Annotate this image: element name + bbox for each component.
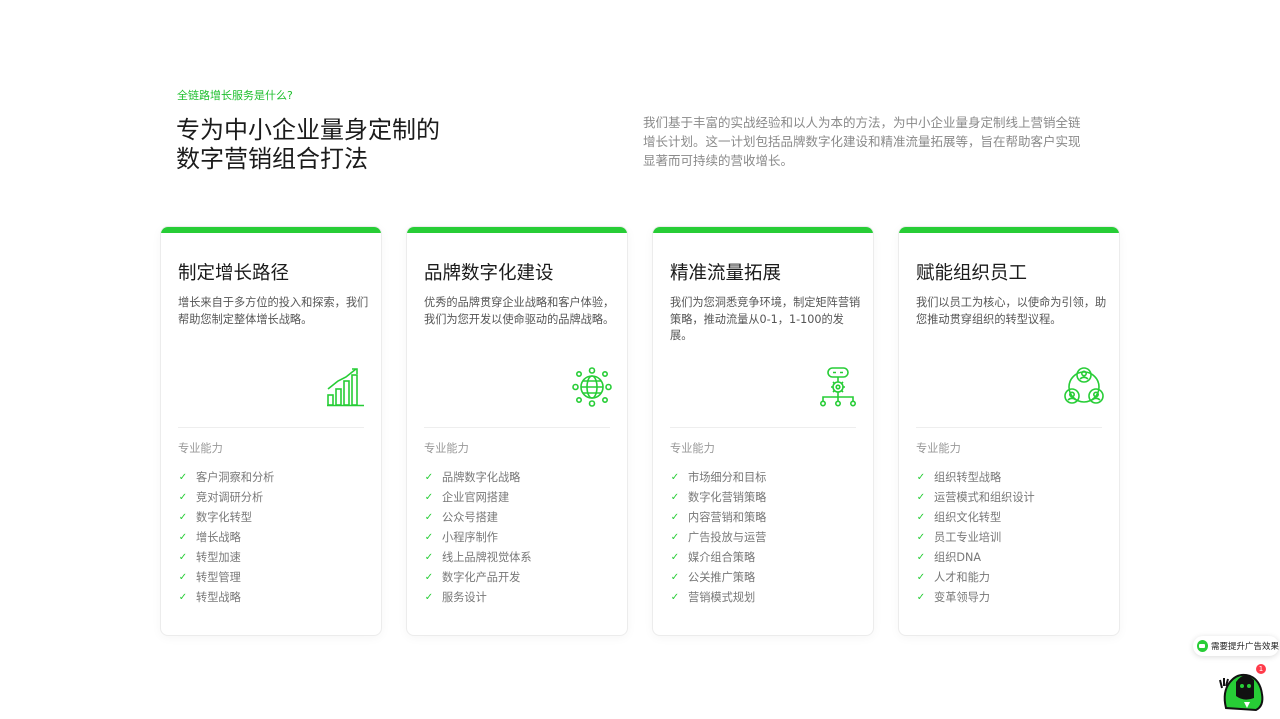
capability-label: 专业能力 xyxy=(916,442,961,455)
list-item: ✓ 小程序制作 xyxy=(424,528,532,548)
check-icon: ✓ xyxy=(670,512,680,523)
gear-network-icon xyxy=(819,367,856,407)
service-cards: 制定增长路径 增长来自于多方位的投入和探索，我们帮助您制定整体增长战略。 专业能… xyxy=(160,226,1120,636)
card-divider xyxy=(916,427,1102,428)
service-card-organization[interactable]: 赋能组织员工 我们以员工为核心，以使命为引领，助您推动贯穿组织的转型议程。 专业… xyxy=(898,226,1120,636)
check-icon: ✓ xyxy=(670,592,680,603)
list-item: ✓ 营销模式规划 xyxy=(670,588,766,608)
check-icon: ✓ xyxy=(916,592,926,603)
list-item: ✓ 数字化转型 xyxy=(178,508,274,528)
card-title: 品牌数字化建设 xyxy=(424,263,554,284)
check-icon: ✓ xyxy=(424,472,434,483)
capability-label: 专业能力 xyxy=(178,442,223,455)
chat-prompt-label: 需要提升广告效果 xyxy=(1210,642,1279,652)
check-icon: ✓ xyxy=(178,512,188,523)
check-icon: ✓ xyxy=(916,492,926,503)
capability-label: 专业能力 xyxy=(424,442,469,455)
list-item: ✓ 增长战略 xyxy=(178,528,274,548)
card-divider xyxy=(670,427,856,428)
check-icon: ✓ xyxy=(178,592,188,603)
list-item: ✓ 公关推广策略 xyxy=(670,568,766,588)
card-description: 增长来自于多方位的投入和探索，我们帮助您制定整体增长战略。 xyxy=(178,296,369,326)
check-icon: ✓ xyxy=(916,572,926,583)
list-item: ✓ 转型加速 xyxy=(178,548,274,568)
chat-bubble-icon xyxy=(1197,640,1208,652)
check-icon: ✓ xyxy=(424,552,434,563)
list-item: ✓ 服务设计 xyxy=(424,588,532,608)
list-item: ✓ 线上品牌视觉体系 xyxy=(424,548,532,568)
check-icon: ✓ xyxy=(424,532,434,543)
check-icon: ✓ xyxy=(178,492,188,503)
globe-network-icon xyxy=(572,367,612,407)
check-icon: ✓ xyxy=(916,512,926,523)
capability-list: ✓ 品牌数字化战略 ✓ 企业官网搭建 ✓ 公众号搭建 ✓ 小程序制作 ✓ 线上品牌视觉体系… xyxy=(424,468,532,608)
list-item: ✓ 企业官网搭建 xyxy=(424,488,532,508)
check-icon: ✓ xyxy=(670,532,680,543)
capability-list: ✓ 市场细分和目标 ✓ 数字化营销策略 ✓ 内容营销和策略 ✓ 广告投放与运营 ✓ 媒介组… xyxy=(670,468,767,608)
page-title-line-2: 数字营销组合打法 xyxy=(176,145,368,173)
check-icon: ✓ xyxy=(916,532,926,543)
card-title: 精准流量拓展 xyxy=(670,263,782,284)
card-divider xyxy=(178,427,364,428)
check-icon: ✓ xyxy=(178,552,188,563)
card-title: 制定增长路径 xyxy=(178,263,290,284)
card-description: 我们以员工为核心，以使命为引领，助您推动贯穿组织的转型议程。 xyxy=(916,296,1107,326)
service-card-brand-digital[interactable]: 品牌数字化建设 优秀的品牌贯穿企业战略和客户体验，我们为您开发以使命驱动的品牌战… xyxy=(406,226,628,636)
list-item: ✓ 数字化产品开发 xyxy=(424,568,532,588)
list-item: ✓ 转型管理 xyxy=(178,568,274,588)
check-icon: ✓ xyxy=(670,552,680,563)
capability-label: 专业能力 xyxy=(670,442,715,455)
list-item: ✓ 内容营销和策略 xyxy=(670,508,767,528)
hero-section: 全链路增长服务是什么? 专为中小企业量身定制的 数字营销组合打法 我们基于丰富的… xyxy=(0,0,1280,220)
check-icon: ✓ xyxy=(670,492,680,503)
list-item: ✓ 媒介组合策略 xyxy=(670,548,766,568)
check-icon: ✓ xyxy=(424,492,434,503)
list-item: ✓ 组织文化转型 xyxy=(916,508,1035,528)
check-icon: ✓ xyxy=(424,572,434,583)
hero-description: 我们基于丰富的实战经验和以人为本的方法，为中小企业量身定制线上营销全链增长计划。… xyxy=(643,115,1081,168)
check-icon: ✓ xyxy=(178,532,188,543)
section-eyebrow: 全链路增长服务是什么? xyxy=(177,89,293,102)
notification-badge: 1 xyxy=(1256,664,1266,674)
check-icon: ✓ xyxy=(424,592,434,603)
card-description: 我们为您洞悉竞争环境，制定矩阵营销策略，推动流量从0-1，1-100的发展。 xyxy=(670,296,861,342)
card-description: 优秀的品牌贯穿企业战略和客户体验，我们为您开发以使命驱动的品牌战略。 xyxy=(424,296,615,326)
list-item: ✓ 公众号搭建 xyxy=(424,508,532,528)
service-card-traffic[interactable]: 精准流量拓展 我们为您洞悉竞争环境，制定矩阵营销策略，推动流量从0-1，1-10… xyxy=(652,226,874,636)
check-icon: ✓ xyxy=(916,472,926,483)
growth-chart-icon xyxy=(327,368,364,407)
card-title: 赋能组织员工 xyxy=(916,263,1028,284)
check-icon: ✓ xyxy=(178,572,188,583)
list-item: ✓ 员工专业培训 xyxy=(916,528,1035,548)
list-item: ✓ 人才和能力 xyxy=(916,568,1035,588)
list-item: ✓ 广告投放与运营 xyxy=(670,528,767,548)
page-title: 专为中小企业量身定制的 数字营销组合打法 xyxy=(176,116,440,174)
list-item: ✓ 品牌数字化战略 xyxy=(424,468,532,488)
service-card-growth-path[interactable]: 制定增长路径 增长来自于多方位的投入和探索，我们帮助您制定整体增长战略。 专业能… xyxy=(160,226,382,636)
list-item: ✓ 客户洞察和分析 xyxy=(178,468,275,488)
capability-list: ✓ 组织转型战略 ✓ 运营模式和组织设计 ✓ 组织文化转型 ✓ 员工专业培训 ✓ 组织DN… xyxy=(916,468,1035,608)
list-item: ✓ 组织转型战略 xyxy=(916,468,1035,488)
check-icon: ✓ xyxy=(178,472,188,483)
list-item: ✓ 市场细分和目标 xyxy=(670,468,767,488)
capability-list: ✓ 客户洞察和分析 ✓ 竞对调研分析 ✓ 数字化转型 ✓ 增长战略 ✓ 转型加速 ✓ 转型管… xyxy=(178,468,275,608)
card-divider xyxy=(424,427,610,428)
list-item: ✓ 竞对调研分析 xyxy=(178,488,274,508)
check-icon: ✓ xyxy=(670,572,680,583)
list-item: ✓ 变革领导力 xyxy=(916,588,1035,608)
list-item: ✓ 运营模式和组织设计 xyxy=(916,488,1035,508)
check-icon: ✓ xyxy=(916,552,926,563)
check-icon: ✓ xyxy=(424,512,434,523)
list-item: ✓ 数字化营销策略 xyxy=(670,488,767,508)
list-item: ✓ 转型战略 xyxy=(178,588,274,608)
chat-prompt-button[interactable]: 需要提升广告效果 xyxy=(1193,636,1279,656)
check-icon: ✓ xyxy=(670,472,680,483)
team-people-icon xyxy=(1064,367,1104,404)
page-title-line-1: 专为中小企业量身定制的 xyxy=(176,116,440,144)
list-item: ✓ 组织DNA xyxy=(916,548,1035,568)
